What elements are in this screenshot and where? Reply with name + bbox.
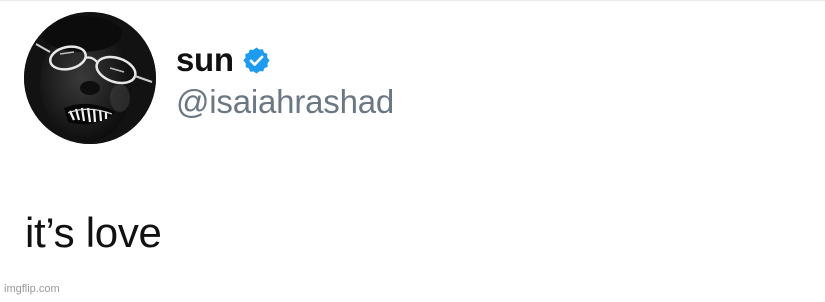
display-name[interactable]: sun (176, 43, 234, 76)
tweet-text: it’s love (25, 209, 162, 256)
avatar-image (24, 12, 156, 144)
user-handle[interactable]: @isaiahrashad (176, 83, 394, 120)
tweet-card: sun @isaiahrashad it’s love imgflip.com (0, 0, 825, 302)
verified-badge-icon (242, 46, 271, 75)
profile-avatar[interactable] (24, 12, 156, 144)
top-divider (0, 0, 825, 1)
watermark: imgflip.com (4, 283, 60, 295)
display-name-row: sun (176, 36, 271, 82)
